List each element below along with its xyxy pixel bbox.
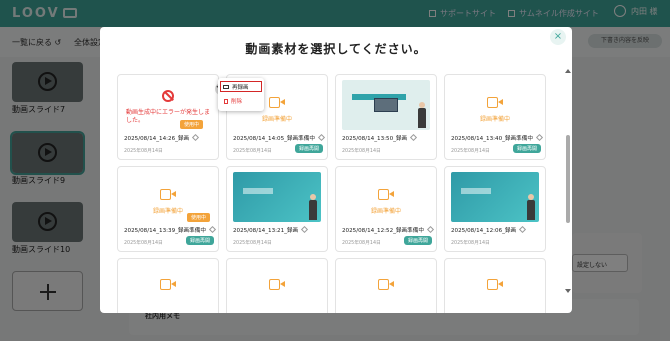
in-use-badge: 使用中	[180, 120, 204, 129]
video-card[interactable]: 録画準備中 2025/08/14_12:52_録画準備中 2025年08月14日…	[335, 166, 437, 252]
video-thumbnail	[233, 172, 321, 222]
video-thumbnail: 録画準備中	[342, 172, 430, 222]
video-camera-icon	[487, 279, 503, 290]
video-name: 2025/08/14_13:21_録画	[233, 225, 309, 234]
video-name: 2025/08/14_13:50_録画	[342, 133, 418, 142]
scroll-down-arrow[interactable]	[565, 289, 571, 293]
video-date: 2025年08月14日	[342, 149, 381, 154]
video-date: 2025年08月14日	[451, 149, 490, 154]
edit-icon[interactable]	[535, 133, 543, 142]
scroll-up-arrow[interactable]	[565, 69, 571, 73]
pending-label: 録画準備中	[261, 116, 292, 123]
context-menu: 再録画 削除	[218, 78, 264, 111]
video-card[interactable]: 2025/08/14_13:50_録画 2025年08月14日	[335, 74, 437, 160]
edit-icon[interactable]	[317, 133, 325, 142]
video-thumbnail: 録画準備中	[451, 80, 539, 130]
video-card[interactable]	[335, 258, 437, 313]
edit-icon[interactable]	[301, 225, 309, 234]
in-use-badge: 使用中	[187, 213, 211, 222]
pending-label: 録画準備中	[479, 116, 510, 123]
video-card[interactable]	[444, 258, 546, 313]
edit-icon[interactable]	[208, 225, 216, 234]
close-icon[interactable]: ×	[550, 29, 566, 45]
video-thumbnail	[342, 80, 430, 130]
video-date: 2025年08月14日	[124, 149, 163, 154]
edit-icon[interactable]	[519, 225, 527, 234]
trash-icon	[224, 99, 228, 104]
video-name: 2025/08/14_14:05_録画準備中	[233, 133, 325, 142]
video-camera-icon	[223, 85, 229, 89]
resume-recording-button[interactable]: 録画再開	[294, 144, 323, 153]
edit-icon[interactable]	[426, 225, 434, 234]
video-card[interactable]	[117, 258, 219, 313]
video-date: 2025年08月14日	[233, 241, 272, 246]
video-camera-icon	[487, 97, 503, 108]
video-card[interactable]: 2025/08/14_13:21_録画 2025年08月14日	[226, 166, 328, 252]
video-card[interactable]: 録画準備中 使用中 2025/08/14_13:39_録画準備中 2025年08…	[117, 166, 219, 252]
video-camera-icon	[378, 279, 394, 290]
video-card[interactable]	[226, 258, 328, 313]
video-date: 2025年08月14日	[233, 149, 272, 154]
video-card[interactable]: 2025/08/14_12:06_録画 2025年08月14日	[444, 166, 546, 252]
video-camera-icon	[378, 189, 394, 200]
video-camera-icon	[160, 189, 176, 200]
pending-label: 録画準備中	[370, 208, 401, 215]
video-date: 2025年08月14日	[451, 241, 490, 246]
select-video-modal: 動画素材を選択してください。 × 動画生成中にエラーが発生しました。 使用中 •…	[100, 27, 572, 313]
video-camera-icon	[160, 279, 176, 290]
video-thumbnail	[451, 172, 539, 222]
video-camera-icon	[269, 97, 285, 108]
video-name: 2025/08/14_12:06_録画	[451, 225, 527, 234]
modal-title: 動画素材を選択してください。	[245, 42, 427, 56]
video-name: 2025/08/14_14:26_録画	[124, 133, 200, 142]
edit-icon[interactable]	[410, 133, 418, 142]
error-icon	[162, 90, 174, 102]
scrollbar-thumb[interactable]	[566, 135, 570, 223]
resume-recording-button[interactable]: 録画再開	[512, 144, 541, 153]
resume-recording-button[interactable]: 録画再開	[185, 236, 214, 245]
video-date: 2025年08月14日	[124, 241, 163, 246]
resume-recording-button[interactable]: 録画再開	[403, 236, 432, 245]
video-card[interactable]: 録画準備中 2025/08/14_13:40_録画準備中 2025年08月14日…	[444, 74, 546, 160]
edit-icon[interactable]	[192, 133, 200, 142]
video-name: 2025/08/14_13:39_録画準備中	[124, 225, 216, 234]
video-name: 2025/08/14_13:40_録画準備中	[451, 133, 543, 142]
delete-menu-item[interactable]: 削除	[224, 97, 242, 105]
video-thumbnail: 録画準備中 使用中	[124, 172, 212, 222]
rerecord-menu-item[interactable]: 再録画	[220, 81, 262, 92]
video-name: 2025/08/14_12:52_録画準備中	[342, 225, 434, 234]
video-card[interactable]: 動画生成中にエラーが発生しました。 使用中 ••• 2025/08/14_14:…	[117, 74, 227, 160]
video-camera-icon	[269, 279, 285, 290]
video-date: 2025年08月14日	[342, 241, 381, 246]
